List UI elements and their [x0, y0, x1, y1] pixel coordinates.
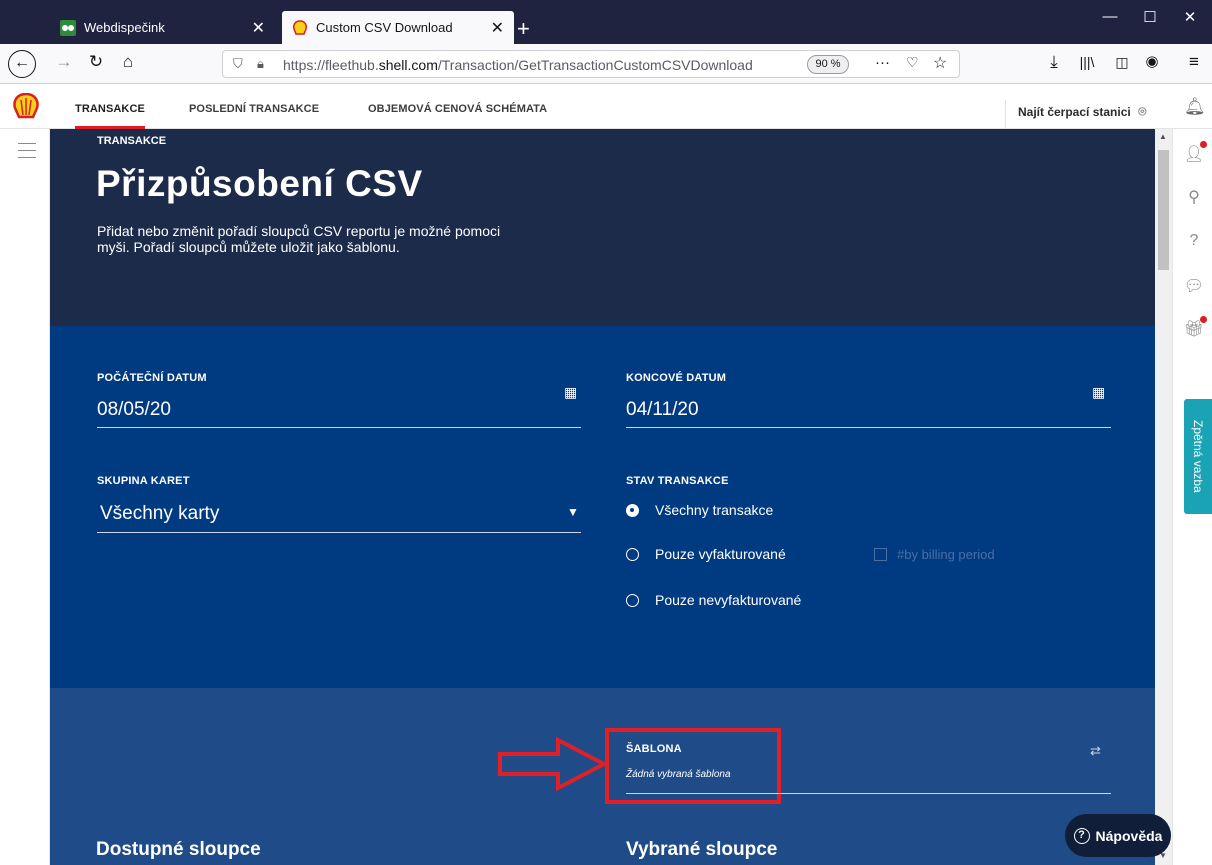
- radio-all-transactions[interactable]: [626, 504, 639, 517]
- transaction-status-label: STAV TRANSAKCE: [626, 475, 729, 487]
- download-icon[interactable]: ⤓: [1042, 52, 1066, 72]
- start-date-underline: [97, 427, 581, 428]
- minimize-icon[interactable]: —: [1095, 8, 1125, 25]
- help-circle-icon[interactable]: ?: [1183, 232, 1205, 254]
- shell-logo-icon[interactable]: [12, 92, 40, 124]
- chat-icon[interactable]: 💬︎: [1183, 276, 1205, 298]
- hamburger-menu-icon[interactable]: [18, 143, 36, 158]
- radio-uninvoiced-label: Pouze nevyfakturované: [655, 592, 802, 608]
- left-rail: [0, 129, 50, 865]
- hero-section: TRANSAKCE Přizpůsobení CSV Přidat nebo z…: [50, 129, 1155, 326]
- maximize-icon[interactable]: ☐: [1135, 8, 1165, 26]
- billing-period-checkbox[interactable]: [874, 548, 887, 561]
- pocket-icon[interactable]: ♡: [906, 54, 919, 71]
- search-icon[interactable]: ⚲: [1183, 187, 1205, 209]
- end-date-underline: [626, 427, 1111, 428]
- card-group-underline: [97, 532, 581, 533]
- user-icon[interactable]: 👤︎: [1183, 141, 1207, 166]
- billing-period-label: #by billing period: [897, 547, 995, 562]
- location-pin-icon: ⌾: [1138, 103, 1147, 119]
- account-icon[interactable]: ◉: [1140, 52, 1164, 70]
- nav-posledni-transakce[interactable]: POSLEDNÍ TRANSAKCE: [189, 103, 319, 115]
- back-icon[interactable]: ←: [8, 50, 36, 78]
- available-columns-title: Dostupné sloupce: [96, 839, 261, 860]
- sidebar-icon[interactable]: ◫: [1110, 54, 1134, 71]
- find-station-link[interactable]: Najít čerpací stanici ⌾: [1005, 100, 1146, 128]
- calendar-icon[interactable]: ▦: [1092, 384, 1105, 401]
- radio-invoiced-label: Pouze vyfakturované: [655, 546, 786, 562]
- swap-icon[interactable]: ⇄: [1090, 743, 1101, 759]
- new-tab-icon[interactable]: +: [517, 12, 541, 45]
- card-group-select[interactable]: Všechny karty: [100, 503, 219, 525]
- calendar-icon[interactable]: ▦: [564, 384, 577, 401]
- close-tab-icon[interactable]: ✕: [252, 18, 265, 38]
- bell-icon[interactable]: 🔔︎: [1184, 97, 1206, 117]
- close-tab-icon[interactable]: ✕: [491, 18, 504, 38]
- close-window-icon[interactable]: ✕: [1175, 8, 1205, 26]
- find-station-label: Najít čerpací stanici: [1018, 105, 1131, 119]
- red-arrow-annotation: [498, 736, 609, 792]
- gift-icon[interactable]: 🎁︎: [1183, 316, 1207, 341]
- bookmark-star-icon[interactable]: ☆: [933, 53, 947, 73]
- tab-title: Custom CSV Download: [316, 20, 453, 35]
- nav-transakce[interactable]: TRANSAKCE: [75, 103, 145, 129]
- feedback-tab[interactable]: Zpětná vazba: [1184, 399, 1212, 514]
- menu-icon[interactable]: ≡: [1182, 52, 1206, 72]
- start-date-field[interactable]: 08/05/20: [97, 399, 171, 421]
- template-label: ŠABLONA: [626, 743, 682, 755]
- start-date-label: POČÁTEČNÍ DATUM: [97, 372, 207, 384]
- reload-icon[interactable]: ↻: [84, 52, 108, 72]
- page-title: Přizpůsobení CSV: [96, 163, 423, 204]
- shell-favicon-icon: [292, 19, 308, 36]
- end-date-field[interactable]: 04/11/20: [626, 399, 699, 421]
- more-icon[interactable]: ···: [875, 54, 890, 71]
- breadcrumb: TRANSAKCE: [97, 135, 167, 147]
- help-button[interactable]: ? Nápověda: [1065, 814, 1171, 857]
- end-date-label: KONCOVÉ DATUM: [626, 372, 727, 384]
- browser-toolbar: ← → ↻ ⌂ ⛉ 🔒︎ https://fleethub.shell.com/…: [0, 44, 1212, 84]
- scrollbar-thumb[interactable]: [1158, 150, 1169, 270]
- template-select[interactable]: Žádná vybraná šablona: [626, 769, 731, 780]
- card-group-label: SKUPINA KARET: [97, 475, 190, 487]
- template-section: ŠABLONA Žádná vybraná šablona ⇄ Dostupné…: [50, 688, 1155, 865]
- webdispecink-favicon-icon: [60, 19, 76, 36]
- tab-webdispecink[interactable]: Webdispečink ✕: [50, 11, 275, 44]
- chevron-down-icon[interactable]: ▼: [567, 505, 579, 519]
- radio-invoiced[interactable]: [626, 548, 639, 561]
- url-bar[interactable]: ⛉ 🔒︎ https://fleethub.shell.com/Transact…: [222, 50, 960, 78]
- home-icon[interactable]: ⌂: [116, 52, 140, 72]
- lock-icon[interactable]: 🔒︎: [257, 56, 264, 72]
- selected-columns-title: Vybrané sloupce: [626, 839, 778, 860]
- zoom-badge[interactable]: 90 %: [807, 55, 849, 74]
- app-header: TRANSAKCE POSLEDNÍ TRANSAKCE OBJEMOVÁ CE…: [0, 85, 1212, 129]
- template-underline: [626, 793, 1111, 794]
- library-icon[interactable]: |||\: [1075, 54, 1099, 70]
- question-icon: ?: [1073, 827, 1090, 844]
- tab-custom-csv[interactable]: Custom CSV Download ✕: [282, 11, 514, 44]
- scroll-up-icon[interactable]: ▲: [1159, 132, 1167, 141]
- page-description: Přidat nebo změnit pořadí sloupců CSV re…: [97, 223, 501, 255]
- filter-form: POČÁTEČNÍ DATUM 08/05/20 ▦ KONCOVÉ DATUM…: [50, 326, 1155, 688]
- tab-title: Webdispečink: [84, 20, 165, 35]
- radio-uninvoiced[interactable]: [626, 594, 639, 607]
- browser-tab-bar: Webdispečink ✕ Custom CSV Download ✕ + —…: [0, 0, 1212, 44]
- forward-icon: →: [55, 52, 73, 71]
- radio-all-label: Všechny transakce: [655, 502, 774, 518]
- shield-icon[interactable]: ⛉: [233, 56, 243, 72]
- nav-objemova-cenova-schemata[interactable]: OBJEMOVÁ CENOVÁ SCHÉMATA: [368, 103, 547, 115]
- help-label: Nápověda: [1095, 827, 1163, 844]
- url-text[interactable]: https://fleethub.shell.com/Transaction/G…: [283, 57, 753, 73]
